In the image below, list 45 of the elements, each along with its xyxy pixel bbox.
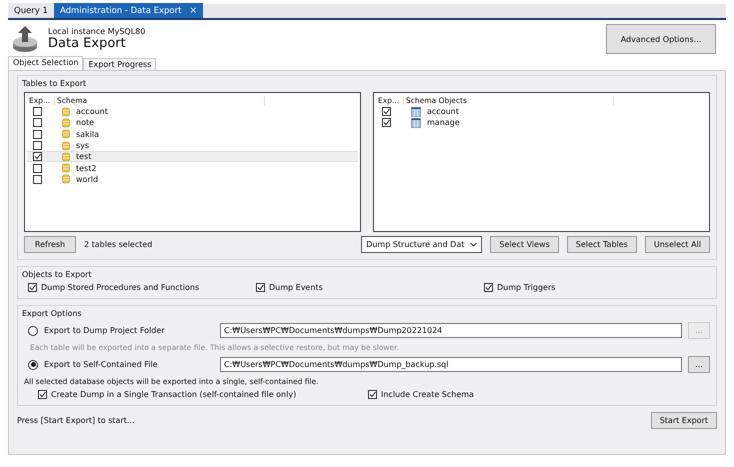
schema-name: test2 (76, 164, 96, 173)
path-field[interactable]: C:₩Users₩PC₩Documents₩dumps₩Dump_backup.sql (220, 357, 682, 372)
group-title: Objects to Export (22, 270, 93, 279)
select-button[interactable]: Select Tables (566, 236, 637, 253)
page-title: Data Export (48, 36, 127, 51)
object-name: account (427, 107, 459, 116)
schema-row[interactable]: test2 (27, 162, 358, 174)
document-tab[interactable]: Administration - Data Export × (54, 3, 203, 18)
schema-row[interactable]: sys (27, 140, 358, 152)
status-text: Press [Start Export] to start... (17, 416, 134, 425)
advanced-options-button[interactable]: Advanced Options... (606, 24, 716, 54)
object-name: manage (427, 118, 460, 128)
schema-row[interactable]: account (27, 106, 358, 118)
select-button[interactable]: Unselect All (644, 236, 710, 253)
selection-status: 2 tables selected (84, 240, 152, 249)
schema-row[interactable]: note (27, 117, 358, 129)
option-label: Include Create Schema (381, 390, 474, 399)
browse-button[interactable]: ... (688, 356, 710, 373)
schema-row[interactable]: test (27, 151, 358, 162)
tab[interactable]: Object Selection (8, 56, 84, 70)
option-label: Create Dump in a Single Transaction (self-contained file only) (51, 390, 296, 399)
schema-name: sys (76, 141, 90, 150)
group-title: Export Options (22, 309, 83, 318)
tab[interactable]: Export Progress (83, 58, 156, 70)
close-icon[interactable]: × (189, 6, 197, 16)
option-label: Dump Triggers (497, 283, 556, 292)
schema-row[interactable]: sakila (27, 128, 358, 140)
instance-name: Local instance MySQL80 (48, 27, 146, 36)
radio-label: Export to Dump Project Folder (44, 326, 166, 335)
group-title: Tables to Export (22, 79, 88, 88)
select-button[interactable]: Select Views (490, 236, 559, 253)
schema-name: world (76, 174, 98, 184)
option-label: Dump Events (269, 283, 323, 292)
refresh-button[interactable]: Refresh (24, 236, 76, 253)
schema-row[interactable]: world (27, 174, 358, 186)
option-label: Dump Stored Procedures and Functions (41, 283, 200, 292)
document-tab[interactable]: Query 1 (8, 3, 54, 18)
start-export-button[interactable]: Start Export (650, 412, 717, 429)
schema-name: note (76, 118, 94, 128)
radio-label: Export to Self-Contained File (44, 360, 159, 369)
schema-name: account (76, 107, 108, 116)
path-field[interactable]: C:₩Users₩PC₩Documents₩dumps₩Dump20221024 (220, 323, 682, 338)
schema-name: test (76, 152, 92, 162)
schema-name: sakila (76, 130, 100, 139)
dump-type-select[interactable]: Dump Structure and Dat (361, 236, 482, 253)
